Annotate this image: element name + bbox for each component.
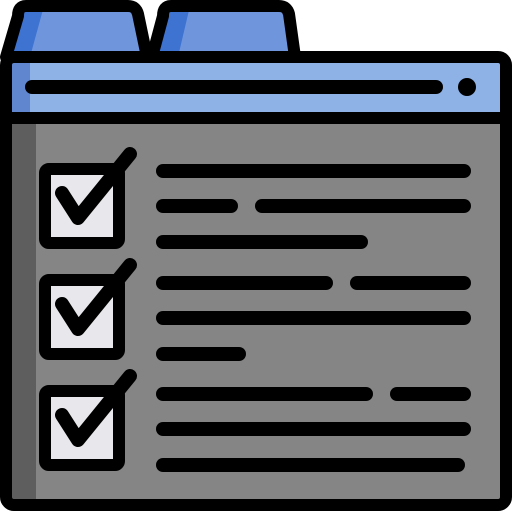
tab-right (146, 0, 301, 63)
checklist-window-illustration (0, 0, 512, 511)
window-control-dot (458, 78, 476, 96)
tab-left (0, 0, 153, 63)
